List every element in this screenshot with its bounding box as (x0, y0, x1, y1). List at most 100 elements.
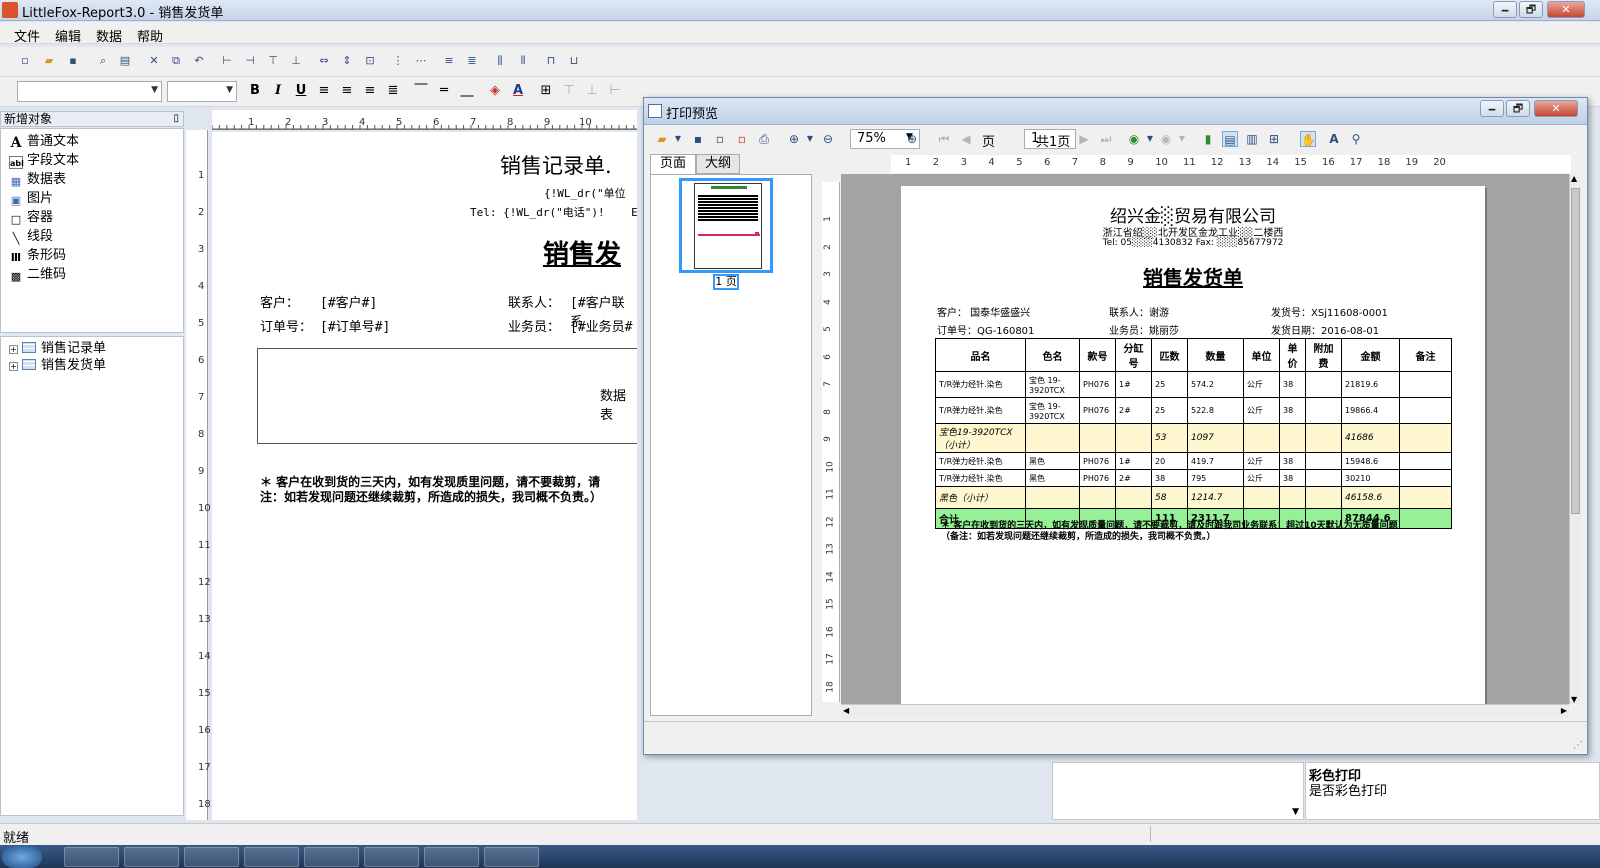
preview-icon[interactable]: ⌕ (96, 54, 110, 68)
border-left-icon[interactable]: ⊢ (607, 83, 623, 99)
select-text-icon[interactable]: A (1326, 131, 1342, 147)
font-combo[interactable]: ▼ (17, 81, 162, 102)
font-size-combo[interactable]: ▼ (167, 81, 237, 102)
undo-icon[interactable]: ↶ (192, 54, 206, 68)
designer-datatable[interactable]: 数据表 (257, 348, 637, 444)
start-button[interactable] (2, 846, 42, 868)
fill-color-icon[interactable]: ◈ (487, 83, 503, 99)
center-h-icon[interactable]: ≡ (442, 54, 456, 68)
page-thumbnail[interactable] (679, 178, 773, 273)
taskbar-app[interactable] (304, 847, 359, 867)
menu-file[interactable]: 文件 (14, 26, 40, 45)
border-all-icon[interactable]: ⊞ (538, 83, 554, 99)
scroll-left-icon[interactable]: ◀ (843, 706, 849, 715)
new-icon[interactable]: ▫ (18, 54, 32, 68)
preview-viewport[interactable]: 绍兴金░贸易有限公司 浙江省绍░░北开发区金龙工业░░二楼西 Tel: 05░░… (841, 174, 1569, 704)
object-item-image[interactable]: ▣ 图片 (9, 190, 53, 208)
tree-item-sales-record[interactable]: + 销售记录单 (9, 340, 106, 357)
object-item-line[interactable]: ╲ 线段 (9, 228, 53, 246)
align-bottom-icon[interactable]: ⊥ (289, 54, 303, 68)
align-top-icon[interactable]: ⊤ (266, 54, 280, 68)
valign-middle-icon[interactable]: ═ (436, 83, 452, 99)
vertical-scrollbar[interactable]: ▲ ▼ (1569, 174, 1581, 704)
designer-note-2[interactable]: 注：如若发现问题还继续裁剪，所造成的损失，我司概不负责。） (260, 488, 602, 505)
center-v-icon[interactable]: ≣ (465, 54, 479, 68)
designer-field-phone[interactable]: Tel: {!WL_dr("电话")! E (470, 204, 638, 220)
single-page-icon[interactable]: ▮ (1200, 131, 1216, 147)
cut-icon[interactable]: ✕ (147, 54, 161, 68)
send-back-icon[interactable]: ⊔ (567, 54, 581, 68)
zoom-out-icon[interactable]: ⊖ (820, 131, 836, 147)
design-canvas[interactable]: 销售记录单. {!WL_dr("单位 Tel: {!WL_dr("电话")! E… (212, 132, 638, 820)
resize-grip-icon[interactable]: ⋰ (1573, 740, 1583, 751)
distribute-h-icon[interactable]: ⫼ (493, 54, 507, 68)
distribute-v-icon[interactable]: ⫴ (516, 54, 530, 68)
object-item-text[interactable]: A 普通文本 (9, 133, 79, 151)
minimize-button[interactable]: 🗕 (1493, 1, 1517, 18)
taskbar-app[interactable] (484, 847, 539, 867)
hand-tool-icon[interactable]: ✋ (1300, 131, 1316, 147)
h-space-icon[interactable]: ⋮ (391, 54, 405, 68)
zoom-in-icon[interactable]: ⊕ (786, 131, 802, 147)
export-icon[interactable]: ▫ (712, 131, 728, 147)
preview-minimize-button[interactable]: 🗕 (1480, 100, 1504, 117)
menu-edit[interactable]: 编辑 (55, 26, 81, 45)
next-page-icon[interactable]: ▶ (1076, 131, 1092, 147)
copy-icon[interactable]: ⧉ (169, 54, 183, 68)
designer-field-unit[interactable]: {!WL_dr("单位 (544, 185, 626, 201)
expand-icon[interactable]: + (9, 362, 18, 371)
font-color-icon[interactable]: A (510, 83, 526, 99)
designer-order-label[interactable]: 订单号： (260, 316, 312, 335)
two-page-icon[interactable]: ▥ (1244, 131, 1260, 147)
preview-close-button[interactable]: ✕ (1534, 100, 1578, 117)
object-item-barcode[interactable]: Ⅲ 条形码 (9, 247, 66, 265)
designer-title[interactable]: 销售记录单. (500, 150, 612, 180)
scroll-up-icon[interactable]: ▲ (1571, 174, 1577, 183)
object-item-datatable[interactable]: ▦ 数据表 (9, 171, 66, 189)
scroll-right-icon[interactable]: ▶ (1561, 706, 1567, 715)
tab-outline[interactable]: 大纲 (696, 154, 740, 174)
italic-button[interactable]: I (270, 83, 286, 99)
text-align-center-icon[interactable]: ≡ (339, 83, 355, 99)
close-button[interactable]: ✕ (1547, 1, 1585, 18)
print-icon[interactable]: ⎙ (756, 131, 772, 147)
text-justify-icon[interactable]: ≣ (385, 83, 401, 99)
find-icon[interactable]: ⚲ (1348, 131, 1364, 147)
same-size-icon[interactable]: ⊡ (363, 54, 377, 68)
multi-page-icon[interactable]: ⊞ (1266, 131, 1282, 147)
taskbar-app[interactable] (64, 847, 119, 867)
taskbar-app[interactable] (244, 847, 299, 867)
taskbar-app[interactable] (124, 847, 179, 867)
first-page-icon[interactable]: ⏮ (936, 131, 952, 147)
continuous-page-icon[interactable]: ▤ (1222, 131, 1238, 147)
preview-maximize-button[interactable]: 🗗 (1506, 100, 1530, 117)
scroll-thumb[interactable] (1571, 188, 1580, 514)
underline-button[interactable]: U (293, 83, 309, 99)
bring-front-icon[interactable]: ⊓ (544, 54, 558, 68)
align-right-icon[interactable]: ⊣ (243, 54, 257, 68)
designer-customer-field[interactable]: [#客户#] (320, 292, 377, 311)
valign-top-icon[interactable]: ⎺ (413, 83, 429, 99)
pdf-icon[interactable]: ▫ (734, 131, 750, 147)
designer-sales-label[interactable]: 业务员： (508, 316, 560, 335)
v-space-icon[interactable]: ⋯ (414, 54, 428, 68)
taskbar-app[interactable] (184, 847, 239, 867)
last-page-icon[interactable]: ⏭ (1098, 131, 1114, 147)
chevron-down-icon[interactable]: ▼ (1174, 131, 1190, 147)
designer-sales-field[interactable]: [#业务员# (570, 316, 632, 335)
save-icon[interactable]: ▪ (66, 54, 80, 68)
chevron-down-icon[interactable]: ▼ (1142, 131, 1158, 147)
menu-help[interactable]: 帮助 (137, 26, 163, 45)
taskbar-app[interactable] (364, 847, 419, 867)
tab-page[interactable]: 页面 (650, 154, 696, 174)
open-icon[interactable]: ▰ (654, 131, 670, 147)
scroll-down-icon[interactable]: ▼ (1571, 695, 1577, 704)
prev-page-icon[interactable]: ◀ (958, 131, 974, 147)
zoom-plus-icon[interactable]: ⊕ (904, 131, 920, 147)
tree-item-sales-delivery[interactable]: + 销售发货单 (9, 357, 106, 374)
taskbar-app[interactable] (424, 847, 479, 867)
pin-icon[interactable]: ▯ (173, 112, 179, 126)
chevron-down-icon[interactable]: ▼ (802, 131, 818, 147)
same-width-icon[interactable]: ⇔ (317, 54, 331, 68)
page-setup-icon[interactable]: ▤ (118, 54, 132, 68)
